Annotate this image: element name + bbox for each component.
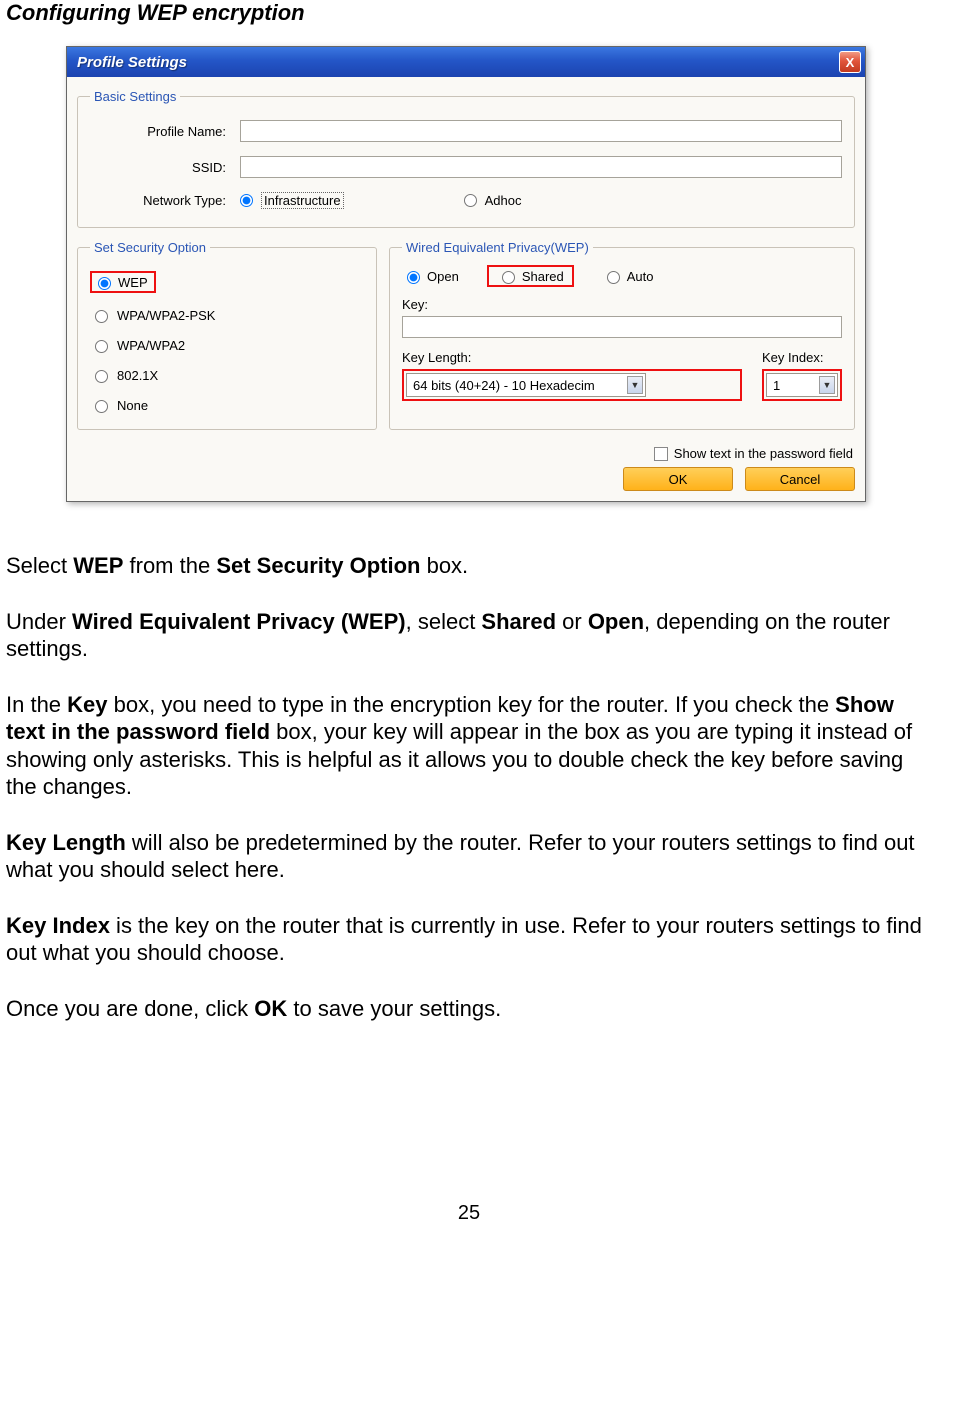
page-heading: Configuring WEP encryption [6, 0, 932, 26]
chevron-down-icon: ▼ [819, 376, 835, 394]
close-icon: X [846, 55, 855, 70]
profile-settings-dialog: Profile Settings X Basic Settings Profil… [66, 46, 866, 502]
key-index-label: Key Index: [762, 350, 842, 365]
chevron-down-icon: ▼ [627, 376, 643, 394]
security-none[interactable]: None [90, 397, 364, 413]
none-text: None [117, 398, 148, 413]
security-8021x[interactable]: 802.1X [90, 367, 364, 383]
radio-wpa[interactable] [95, 340, 108, 353]
cancel-button[interactable]: Cancel [745, 467, 855, 491]
security-wpa-psk[interactable]: WPA/WPA2-PSK [90, 307, 364, 323]
infrastructure-text: Infrastructure [261, 192, 344, 209]
wep-legend: Wired Equivalent Privacy(WEP) [402, 240, 593, 255]
wep-text: WEP [118, 275, 148, 290]
key-length-label: Key Length: [402, 350, 742, 365]
close-button[interactable]: X [839, 51, 861, 73]
key-index-value: 1 [773, 378, 780, 393]
paragraph-2: Under Wired Equivalent Privacy (WEP), se… [6, 608, 932, 663]
8021x-text: 802.1X [117, 368, 158, 383]
ssid-label: SSID: [90, 160, 240, 175]
paragraph-1: Select WEP from the Set Security Option … [6, 552, 932, 580]
wep-auto[interactable]: Auto [602, 268, 654, 284]
radio-wpa-psk[interactable] [95, 310, 108, 323]
paragraph-4: Key Length will also be predetermined by… [6, 829, 932, 884]
network-type-adhoc[interactable]: Adhoc [464, 193, 522, 208]
wpa-psk-text: WPA/WPA2-PSK [117, 308, 215, 323]
page-number: 25 [6, 1202, 932, 1225]
basic-settings-legend: Basic Settings [90, 89, 180, 104]
wep-shared[interactable]: Shared [487, 265, 574, 287]
wep-group: Wired Equivalent Privacy(WEP) Open Share… [389, 240, 855, 430]
key-length-select[interactable]: 64 bits (40+24) - 10 Hexadecim ▼ [406, 373, 646, 397]
radio-open[interactable] [407, 271, 420, 284]
key-length-value: 64 bits (40+24) - 10 Hexadecim [413, 378, 595, 393]
paragraph-3: In the Key box, you need to type in the … [6, 691, 932, 801]
ok-button[interactable]: OK [623, 467, 733, 491]
basic-settings-group: Basic Settings Profile Name: SSID: Netwo… [77, 89, 855, 228]
security-legend: Set Security Option [90, 240, 210, 255]
key-input[interactable] [402, 316, 842, 338]
open-text: Open [427, 269, 459, 284]
dialog-title: Profile Settings [77, 54, 187, 71]
radio-auto[interactable] [607, 271, 620, 284]
wep-open[interactable]: Open [402, 268, 459, 284]
radio-wep[interactable] [98, 277, 111, 290]
shared-text: Shared [522, 269, 564, 284]
key-index-select[interactable]: 1 ▼ [766, 373, 838, 397]
auto-text: Auto [627, 269, 654, 284]
profile-name-input[interactable] [240, 120, 842, 142]
show-text-label: Show text in the password field [674, 446, 853, 461]
network-type-infrastructure[interactable]: Infrastructure [240, 192, 344, 209]
set-security-option-group: Set Security Option WEP WPA/WPA2-PSK [77, 240, 377, 430]
titlebar: Profile Settings X [67, 47, 865, 77]
profile-name-label: Profile Name: [90, 124, 240, 139]
cancel-label: Cancel [780, 472, 820, 487]
ok-label: OK [669, 472, 688, 487]
show-text-checkbox[interactable] [654, 447, 668, 461]
network-type-label: Network Type: [90, 193, 240, 208]
screenshot: Profile Settings X Basic Settings Profil… [66, 46, 932, 502]
ssid-input[interactable] [240, 156, 842, 178]
paragraph-5: Key Index is the key on the router that … [6, 912, 932, 967]
security-wep[interactable]: WEP [90, 271, 364, 293]
wpa-text: WPA/WPA2 [117, 338, 185, 353]
security-wpa[interactable]: WPA/WPA2 [90, 337, 364, 353]
key-label: Key: [402, 297, 842, 312]
paragraph-6: Once you are done, click OK to save your… [6, 995, 932, 1023]
radio-none[interactable] [95, 400, 108, 413]
radio-8021x[interactable] [95, 370, 108, 383]
radio-infrastructure[interactable] [240, 194, 253, 207]
radio-adhoc[interactable] [464, 194, 477, 207]
adhoc-text: Adhoc [485, 193, 522, 208]
radio-shared[interactable] [502, 271, 515, 284]
